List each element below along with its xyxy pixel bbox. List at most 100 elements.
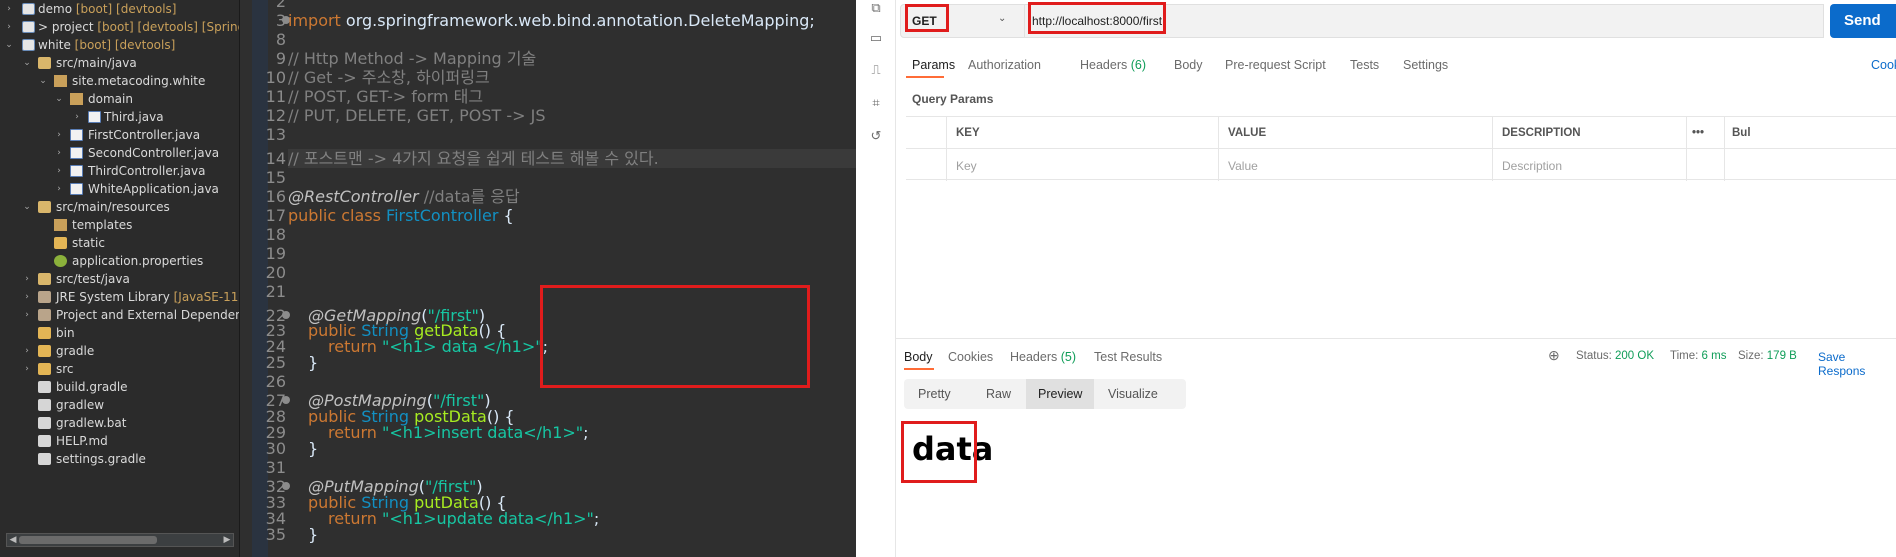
code-line[interactable]: 30} xyxy=(240,439,820,458)
chevron-right-icon[interactable]: › xyxy=(54,162,64,180)
globe-icon[interactable]: ⊕ xyxy=(1548,347,1560,364)
tab-prerequest-script[interactable]: Pre-request Script xyxy=(1225,58,1326,72)
cookies-link[interactable]: Cooki xyxy=(1871,58,1896,72)
code-line[interactable]: 19 xyxy=(240,244,820,263)
fold-marker-icon[interactable] xyxy=(282,311,290,319)
tree-item[interactable]: ⌄ src/main/java xyxy=(0,54,239,72)
tree-item[interactable]: › src/test/java xyxy=(0,270,239,288)
chevron-right-icon[interactable]: › xyxy=(4,0,14,18)
view-tab-raw[interactable]: Raw xyxy=(974,379,1023,409)
param-value-input[interactable]: Value xyxy=(1228,159,1258,173)
tab-settings[interactable]: Settings xyxy=(1403,58,1448,72)
horizontal-scrollbar[interactable]: ◀ ▶ xyxy=(6,533,234,547)
code-line[interactable]: 11// POST, GET-> form 태그 xyxy=(240,87,820,106)
chevron-down-icon[interactable]: ⌄ xyxy=(54,90,64,108)
response-tab-body[interactable]: Body xyxy=(904,350,933,364)
chevron-down-icon[interactable]: ⌄ xyxy=(4,36,14,54)
tree-item[interactable]: › Third.java xyxy=(0,108,239,126)
tab-body[interactable]: Body xyxy=(1174,58,1203,72)
tree-item[interactable]: static xyxy=(0,234,239,252)
chevron-right-icon[interactable]: › xyxy=(22,288,32,306)
collections-icon[interactable]: ⧉ xyxy=(868,0,884,16)
tree-item[interactable]: › src xyxy=(0,360,239,378)
tree-item[interactable]: › > project [boot] [devtools] [Springbo xyxy=(0,18,239,36)
tree-item[interactable]: ⌄ src/main/resources xyxy=(0,198,239,216)
code-line[interactable]: 12// PUT, DELETE, GET, POST -> JS xyxy=(240,106,820,125)
code-line[interactable]: 8 xyxy=(240,30,820,49)
fold-marker-icon[interactable] xyxy=(282,482,290,490)
tree-item[interactable]: gradlew.bat xyxy=(0,414,239,432)
tree-item[interactable]: › Project and External Dependencie xyxy=(0,306,239,324)
tree-item[interactable]: ⌄ white [boot] [devtools] xyxy=(0,36,239,54)
code-line[interactable]: 20 xyxy=(240,263,820,282)
tree-item[interactable]: › demo [boot] [devtools] xyxy=(0,0,239,18)
view-tab-preview[interactable]: Preview xyxy=(1026,379,1095,409)
tree-item[interactable]: › WhiteApplication.java xyxy=(0,180,239,198)
code-editor[interactable]: 2 3 import org.springframework.web.bind.an… xyxy=(240,0,856,557)
tree-item-label: site.metacoding.white xyxy=(72,72,205,90)
chevron-down-icon[interactable]: ⌄ xyxy=(22,198,32,216)
code-line[interactable]: 10// Get -> 주소창, 하이퍼링크 xyxy=(240,68,820,87)
tab-tests[interactable]: Tests xyxy=(1350,58,1379,72)
tree-item[interactable]: › SecondController.java xyxy=(0,144,239,162)
code-line[interactable]: 13 xyxy=(240,125,820,144)
tree-item[interactable]: application.properties xyxy=(0,252,239,270)
chevron-right-icon[interactable]: › xyxy=(54,180,64,198)
chevron-right-icon[interactable]: › xyxy=(22,306,32,324)
code-line[interactable]: 2 xyxy=(240,0,820,11)
environments-icon[interactable]: ▭ xyxy=(868,30,884,46)
save-response-button[interactable]: Save Respons xyxy=(1818,350,1896,378)
scroll-left-icon[interactable]: ◀ xyxy=(7,534,19,546)
chevron-right-icon[interactable]: › xyxy=(22,342,32,360)
chevron-right-icon[interactable]: › xyxy=(4,18,14,36)
chevron-down-icon[interactable]: ⌄ xyxy=(998,13,1006,24)
response-tab-cookies[interactable]: Cookies xyxy=(948,350,993,364)
tree-item[interactable]: › gradle xyxy=(0,342,239,360)
monitors-icon[interactable]: ⎍ xyxy=(868,62,884,78)
fold-marker-icon[interactable] xyxy=(282,396,290,404)
code-line[interactable]: 31 xyxy=(240,458,820,477)
tree-item[interactable]: gradlew xyxy=(0,396,239,414)
chevron-down-icon[interactable]: ⌄ xyxy=(22,54,32,72)
view-tab-pretty[interactable]: Pretty xyxy=(906,379,963,409)
scroll-right-icon[interactable]: ▶ xyxy=(221,534,233,546)
code-line[interactable]: 35} xyxy=(240,525,820,544)
history-icon[interactable]: ↺ xyxy=(868,128,884,144)
response-tab-test-results[interactable]: Test Results xyxy=(1094,350,1162,364)
tree-item[interactable]: ⌄ domain xyxy=(0,90,239,108)
tree-item[interactable]: › FirstController.java xyxy=(0,126,239,144)
tree-item[interactable]: templates xyxy=(0,216,239,234)
param-description-input[interactable]: Description xyxy=(1502,159,1562,173)
tree-item[interactable]: HELP.md xyxy=(0,432,239,450)
chevron-right-icon[interactable]: › xyxy=(72,108,82,126)
param-key-input[interactable]: Key xyxy=(956,159,977,173)
flows-icon[interactable]: ⌗ xyxy=(868,95,884,111)
send-button[interactable]: Send xyxy=(1830,4,1896,38)
code-line[interactable]: 15 xyxy=(240,168,820,187)
scrollbar-thumb[interactable] xyxy=(19,536,157,544)
view-tab-visualize[interactable]: Visualize xyxy=(1096,379,1170,409)
chevron-right-icon[interactable]: › xyxy=(54,144,64,162)
code-line[interactable]: 14// 포스트맨 -> 4가지 요청을 쉽게 테스트 해볼 수 있다. xyxy=(240,149,820,168)
code-line[interactable]: 16 @RestController //data를 응답 xyxy=(240,187,820,206)
more-options-icon[interactable]: ••• xyxy=(1692,127,1704,139)
code-line[interactable]: 9// Http Method -> Mapping 기술 xyxy=(240,49,820,68)
chevron-right-icon[interactable]: › xyxy=(54,126,64,144)
code-line[interactable]: 17 public class FirstController { xyxy=(240,206,820,225)
tree-item[interactable]: › ThirdController.java xyxy=(0,162,239,180)
chevron-right-icon[interactable]: › xyxy=(22,360,32,378)
tab-authorization[interactable]: Authorization xyxy=(968,58,1041,72)
tree-item[interactable]: ⌄ site.metacoding.white xyxy=(0,72,239,90)
tab-params[interactable]: Params xyxy=(912,58,955,72)
tree-item[interactable]: settings.gradle xyxy=(0,450,239,468)
code-line[interactable]: 3 import org.springframework.web.bind.ann… xyxy=(240,11,820,30)
tree-item[interactable]: › JRE System Library [JavaSE-11] xyxy=(0,288,239,306)
tab-headers[interactable]: Headers (6) xyxy=(1080,58,1146,72)
response-tab-headers[interactable]: Headers (5) xyxy=(1010,350,1076,364)
chevron-down-icon[interactable]: ⌄ xyxy=(38,72,48,90)
tree-item[interactable]: build.gradle xyxy=(0,378,239,396)
chevron-right-icon[interactable]: › xyxy=(22,270,32,288)
code-line[interactable]: 18 xyxy=(240,225,820,244)
bulk-edit-link[interactable]: Bul xyxy=(1732,127,1751,139)
tree-item[interactable]: bin xyxy=(0,324,239,342)
